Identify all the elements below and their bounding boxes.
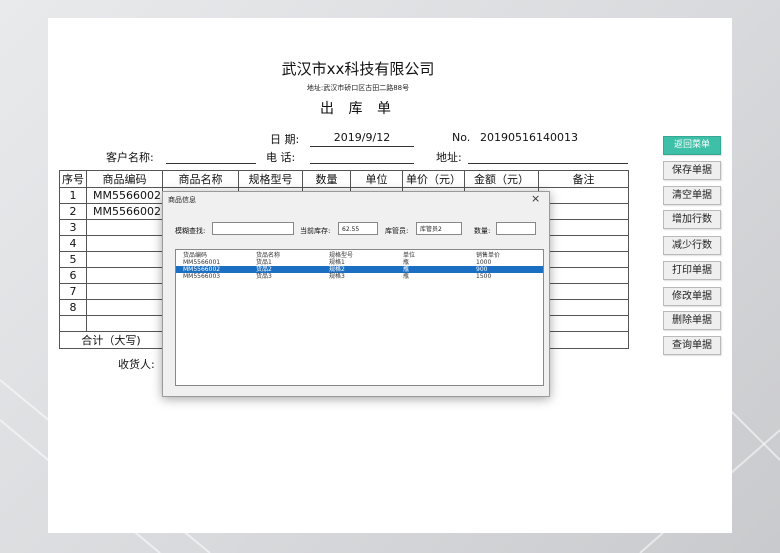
row-number: 4: [59, 235, 87, 252]
list-item-selected[interactable]: MM5566002 货品2 规格2 瓶 900: [176, 266, 543, 273]
row-number: 8: [59, 299, 87, 316]
product-list[interactable]: 货品编码 货品名称 规格型号 单位 销售单价 MM5566001 货品1 规格1…: [175, 249, 544, 386]
phone-label: 电 话:: [266, 151, 296, 164]
column-header: 备注: [538, 170, 629, 188]
total-label: 合计（大写): [59, 331, 163, 349]
column-header: 单位: [350, 170, 403, 188]
product-code-cell[interactable]: [86, 219, 163, 236]
query-document-button[interactable]: 查询单据: [663, 336, 721, 355]
modify-document-button[interactable]: 修改单据: [663, 287, 721, 306]
list-column-header: 规格型号: [329, 252, 354, 259]
remove-rows-button[interactable]: 减少行数: [663, 236, 721, 255]
list-column-header: 单位: [403, 252, 416, 259]
document-title: 出 库 单: [320, 101, 396, 117]
address-label: 地址:: [436, 151, 462, 164]
quantity-label: 数量:: [474, 227, 491, 235]
table-header-row: 序号 商品编码 商品名称 规格型号 数量 单位 单价（元） 金额（元） 备注: [59, 170, 629, 188]
item-code: MM5566002: [183, 266, 221, 273]
product-code-cell[interactable]: MM5566002: [86, 187, 163, 204]
row-number: 2: [59, 203, 87, 220]
row-number: 5: [59, 251, 87, 268]
product-code-cell[interactable]: MM5566002: [86, 203, 163, 220]
customer-input[interactable]: [166, 163, 256, 164]
column-header: 数量: [302, 170, 351, 188]
item-spec: 规格3: [329, 273, 345, 280]
column-header: 规格型号: [238, 170, 303, 188]
item-unit: 瓶: [403, 259, 410, 266]
row-number: 1: [59, 187, 87, 204]
number-label: No.: [452, 131, 471, 144]
item-unit: 瓶: [403, 266, 410, 273]
column-header: 序号: [59, 170, 87, 188]
list-column-header: 货品编码: [183, 252, 208, 259]
clear-document-button[interactable]: 清空单据: [663, 186, 721, 205]
product-info-dialog: 商品信息 × 模糊查找: 当前库存: 62.55 库管员: 库管员2 数量: 货…: [162, 191, 550, 397]
column-header: 商品编码: [86, 170, 163, 188]
item-unit: 瓶: [403, 273, 410, 280]
item-code: MM5566001: [183, 259, 221, 266]
item-price: 900: [476, 266, 488, 273]
receiver-label: 收货人:: [118, 358, 155, 371]
item-spec: 规格1: [329, 259, 345, 266]
current-stock-field: 62.55: [338, 222, 378, 235]
row-number: 6: [59, 267, 87, 284]
product-code-cell[interactable]: [86, 235, 163, 252]
column-header: 金额（元）: [464, 170, 539, 188]
blank-cell: [538, 315, 629, 332]
remark-cell[interactable]: [538, 251, 629, 268]
address-input[interactable]: [468, 163, 628, 164]
list-column-header: 销售单价: [476, 252, 501, 259]
date-label: 日 期:: [270, 133, 300, 146]
remark-cell[interactable]: [538, 267, 629, 284]
save-document-button[interactable]: 保存单据: [663, 161, 721, 180]
remark-cell[interactable]: [538, 187, 629, 204]
remark-cell[interactable]: [538, 203, 629, 220]
fuzzy-search-label: 模糊查找:: [175, 227, 206, 235]
item-name: 货品3: [256, 273, 272, 280]
item-name: 货品2: [256, 266, 272, 273]
date-value[interactable]: 2019/9/12: [310, 131, 414, 144]
number-value: 20190516140013: [480, 131, 578, 144]
item-price: 1500: [476, 273, 492, 280]
list-item[interactable]: MM5566001 货品1 规格1 瓶 1000: [176, 259, 543, 266]
company-address: 地址:武汉市硚口区古田二路88号: [306, 84, 410, 92]
product-code-cell[interactable]: [86, 267, 163, 284]
remark-cell[interactable]: [538, 235, 629, 252]
keeper-field[interactable]: 库管员2: [416, 222, 462, 235]
customer-label: 客户名称:: [106, 151, 154, 164]
item-spec: 规格2: [329, 266, 345, 273]
dialog-title: 商品信息: [168, 196, 196, 204]
remark-cell[interactable]: [538, 219, 629, 236]
current-stock-label: 当前库存:: [300, 227, 331, 235]
back-to-menu-button[interactable]: 返回菜单: [663, 136, 721, 155]
list-header: 货品编码 货品名称 规格型号 单位 销售单价: [176, 252, 543, 259]
product-code-cell[interactable]: [86, 251, 163, 268]
add-rows-button[interactable]: 增加行数: [663, 210, 721, 229]
fuzzy-search-input[interactable]: [212, 222, 294, 235]
blank-cell: [59, 315, 87, 332]
remark-cell[interactable]: [538, 299, 629, 316]
item-name: 货品1: [256, 259, 272, 266]
remark-cell[interactable]: [538, 283, 629, 300]
product-code-cell[interactable]: [86, 299, 163, 316]
item-code: MM5566003: [183, 273, 221, 280]
row-number: 3: [59, 219, 87, 236]
blank-cell: [86, 315, 163, 332]
print-document-button[interactable]: 打印单据: [663, 261, 721, 280]
column-header: 商品名称: [162, 170, 239, 188]
company-name: 武汉市xx科技有限公司: [281, 60, 435, 78]
row-number: 7: [59, 283, 87, 300]
list-item[interactable]: MM5566003 货品3 规格3 瓶 1500: [176, 273, 543, 280]
list-column-header: 货品名称: [256, 252, 281, 259]
column-header: 单价（元）: [402, 170, 465, 188]
delete-document-button[interactable]: 删除单据: [663, 311, 721, 330]
keeper-label: 库管员:: [385, 227, 409, 235]
quantity-input[interactable]: [496, 222, 536, 235]
date-underline: [310, 146, 414, 147]
product-code-cell[interactable]: [86, 283, 163, 300]
phone-input[interactable]: [310, 163, 414, 164]
item-price: 1000: [476, 259, 492, 266]
close-icon[interactable]: ×: [531, 192, 540, 205]
